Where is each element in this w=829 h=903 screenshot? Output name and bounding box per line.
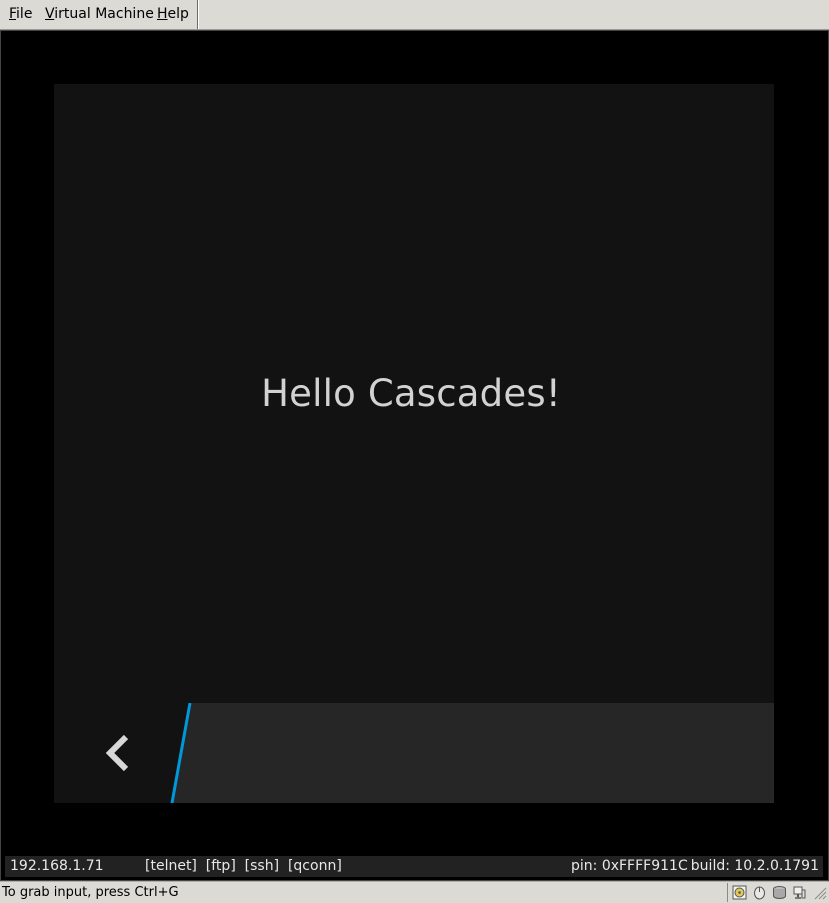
hint-bar: To grab input, press Ctrl+G xyxy=(0,881,829,903)
menu-file-label: ile xyxy=(16,6,33,22)
resize-grip-icon[interactable] xyxy=(812,885,827,900)
menu-virtual-machine-mnemonic: V xyxy=(45,6,55,22)
chevron-left-icon xyxy=(105,734,129,772)
network-icon[interactable] xyxy=(792,885,807,900)
menu-help[interactable]: Help xyxy=(157,6,189,22)
menu-help-label: elp xyxy=(167,6,189,22)
menu-file-mnemonic: F xyxy=(9,6,17,22)
back-button[interactable] xyxy=(54,703,204,803)
hello-label: Hello Cascades! xyxy=(261,372,561,415)
device-tray xyxy=(727,883,829,902)
cd-icon[interactable] xyxy=(732,885,747,900)
menu-help-mnemonic: H xyxy=(157,6,168,22)
mouse-icon[interactable] xyxy=(752,885,767,900)
disk-icon[interactable] xyxy=(772,885,787,900)
menu-virtual-machine-label: irtual Machine xyxy=(54,6,154,22)
status-bar: 192.168.1.71 [telnet] [ftp] [ssh] [qconn… xyxy=(5,856,823,877)
service-links[interactable]: [telnet] [ftp] [ssh] [qconn] xyxy=(145,856,342,877)
menu-group: File Virtual Machine Help xyxy=(0,0,198,29)
build-version: build: 10.2.0.1791 xyxy=(690,858,819,874)
action-bar xyxy=(54,703,774,803)
menu-bar: File Virtual Machine Help xyxy=(0,0,829,30)
menu-file[interactable]: File xyxy=(9,6,32,22)
menu-virtual-machine[interactable]: Virtual Machine xyxy=(45,6,154,22)
ip-address: 192.168.1.71 xyxy=(10,858,104,874)
device-pin: pin: 0xFFFF911C xyxy=(571,858,688,874)
grab-input-hint: To grab input, press Ctrl+G xyxy=(2,885,179,900)
